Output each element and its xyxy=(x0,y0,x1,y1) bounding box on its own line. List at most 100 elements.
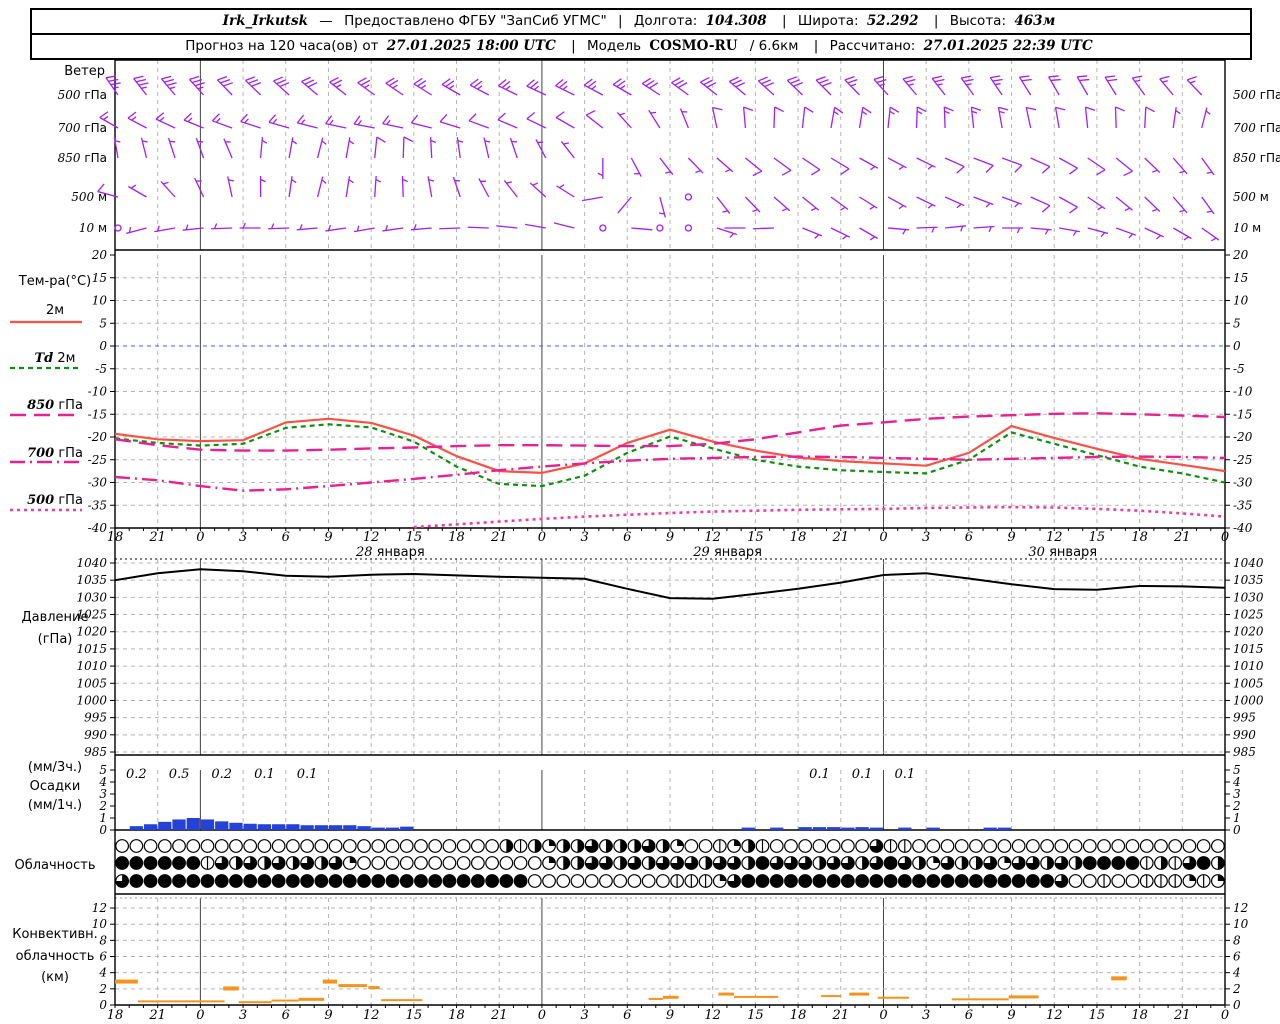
header-line-2: Прогноз на 120 часа(ов) от 27.01.2025 18… xyxy=(32,33,1250,58)
svg-text:12: 12 xyxy=(704,1008,721,1023)
cloud-row-1 xyxy=(115,856,1225,870)
svg-text:990: 990 xyxy=(1233,728,1256,742)
cloud-row-2 xyxy=(115,874,1225,888)
forecast-prefix: Прогноз на 120 часа(ов) от xyxy=(185,38,379,54)
svg-text:6: 6 xyxy=(623,1008,631,1023)
wind-row-0 xyxy=(105,75,1203,96)
svg-text:0: 0 xyxy=(538,530,546,545)
pressure-unit-label: (гПа) xyxy=(37,632,73,647)
wind-row-4 xyxy=(114,222,1220,242)
precip-3h-unit-label: (мм/3ч.) xyxy=(27,760,83,775)
meteogram-canvas: 20 2015 1510 105 50 0-5 -5-10 -10-15 -15-20 -20-2… xyxy=(10,59,1280,1023)
svg-text:15: 15 xyxy=(406,1008,423,1023)
legend-item-500-гПа: 500 гПа xyxy=(27,493,83,508)
svg-text:1015: 1015 xyxy=(1233,642,1264,656)
forecast-run-time: 27.01.2025 18:00 UTC xyxy=(386,38,556,54)
temperature-series xyxy=(114,412,1226,529)
svg-text:18: 18 xyxy=(107,1008,124,1023)
svg-text:18: 18 xyxy=(1131,530,1148,545)
svg-text:3: 3 xyxy=(580,1008,588,1023)
svg-text:995: 995 xyxy=(1233,711,1256,725)
svg-text:18: 18 xyxy=(448,530,465,545)
svg-text:21: 21 xyxy=(490,1008,508,1023)
svg-text:20: 20 xyxy=(1232,248,1249,262)
svg-text:-40: -40 xyxy=(1233,521,1253,535)
svg-text:6: 6 xyxy=(623,530,631,545)
wind-row-1 xyxy=(99,106,1211,129)
precipitation: 0.2 0.5 0.2 0.1 0.1 0.1 0.1 0.1 xyxy=(126,767,1012,830)
svg-text:21: 21 xyxy=(1173,1008,1191,1023)
altitude-label: Высота: xyxy=(949,13,1007,29)
svg-text:18: 18 xyxy=(790,530,807,545)
svg-text:0.1: 0.1 xyxy=(297,767,318,782)
svg-text:-40: -40 xyxy=(88,521,108,535)
svg-text:990: 990 xyxy=(84,728,107,742)
convective-label-3: (км) xyxy=(41,970,69,985)
cloudiness-label: Облачность xyxy=(14,858,96,873)
svg-text:0.1: 0.1 xyxy=(894,767,915,782)
cloud-row-0 xyxy=(115,839,1225,853)
latitude-value: 52.292 xyxy=(866,13,919,29)
svg-text:-20: -20 xyxy=(1233,430,1253,444)
svg-text:1030: 1030 xyxy=(76,590,107,604)
svg-text:15: 15 xyxy=(1089,1008,1106,1023)
svg-text:9: 9 xyxy=(1007,530,1015,545)
svg-text:6: 6 xyxy=(965,530,973,545)
svg-text:0: 0 xyxy=(879,530,887,545)
station-name: Irk_Irkutsk xyxy=(222,13,308,29)
precip-1h-unit-label: (мм/1ч.) xyxy=(27,798,83,813)
svg-text:0.2: 0.2 xyxy=(126,767,147,782)
svg-text:12: 12 xyxy=(363,530,380,545)
svg-text:-10: -10 xyxy=(1233,385,1253,399)
svg-text:3: 3 xyxy=(580,530,588,545)
svg-text:8: 8 xyxy=(1233,933,1241,947)
svg-text:1040: 1040 xyxy=(76,556,107,570)
svg-text:12: 12 xyxy=(704,530,721,545)
svg-text:10 м: 10 м xyxy=(1233,221,1261,235)
pressure-label: Давление xyxy=(21,610,89,625)
longitude-label: Долгота: xyxy=(633,13,698,29)
svg-text:6: 6 xyxy=(965,1008,973,1023)
svg-text:1040: 1040 xyxy=(1233,556,1264,570)
temperature-panel-title: Тем-ра(°C) xyxy=(18,274,92,289)
svg-text:9: 9 xyxy=(324,530,332,545)
svg-text:3: 3 xyxy=(239,1008,247,1023)
meteogram-page: Irk_Irkutsk — Предоставлено ФГБУ "ЗапСиб… xyxy=(0,0,1280,1024)
svg-text:500 гПа: 500 гПа xyxy=(1233,88,1280,102)
svg-text:995: 995 xyxy=(84,711,107,725)
cloudiness-rows xyxy=(115,839,1225,888)
svg-text:0: 0 xyxy=(196,1008,204,1023)
svg-text:15: 15 xyxy=(1089,530,1106,545)
svg-text:850 гПа: 850 гПа xyxy=(58,151,107,165)
svg-text:1020: 1020 xyxy=(1233,625,1264,639)
svg-text:1000: 1000 xyxy=(76,693,107,707)
longitude-value: 104.308 xyxy=(705,13,767,29)
legend-item-2м: 2м xyxy=(45,303,65,318)
svg-text:10: 10 xyxy=(1233,917,1249,931)
svg-text:3: 3 xyxy=(922,530,930,545)
svg-text:6: 6 xyxy=(1233,950,1241,964)
svg-text:0: 0 xyxy=(196,530,204,545)
svg-text:10: 10 xyxy=(1233,294,1249,308)
svg-text:-10: -10 xyxy=(88,385,108,399)
svg-text:-30: -30 xyxy=(88,476,108,490)
svg-text:1030: 1030 xyxy=(1233,590,1264,604)
wind-panel-title: Ветер xyxy=(64,64,105,79)
svg-text:0: 0 xyxy=(99,823,107,837)
svg-text:15: 15 xyxy=(406,530,423,545)
model-label: Модель xyxy=(586,38,642,54)
svg-text:0: 0 xyxy=(1221,530,1229,545)
svg-text:15: 15 xyxy=(747,1008,764,1023)
svg-text:18: 18 xyxy=(790,1008,807,1023)
svg-text:18: 18 xyxy=(448,1008,465,1023)
svg-text:12: 12 xyxy=(92,901,107,915)
svg-text:21: 21 xyxy=(1173,530,1191,545)
legend-item-700-гПа: 700 гПа xyxy=(27,446,83,461)
svg-text:12: 12 xyxy=(1046,530,1063,545)
svg-text:2: 2 xyxy=(1232,982,1241,996)
svg-text:18: 18 xyxy=(1131,1008,1148,1023)
svg-text:30 января: 30 января xyxy=(1028,545,1097,560)
wind-barbs xyxy=(97,75,1220,242)
svg-text:0.5: 0.5 xyxy=(169,767,190,782)
svg-text:985: 985 xyxy=(1233,745,1256,759)
